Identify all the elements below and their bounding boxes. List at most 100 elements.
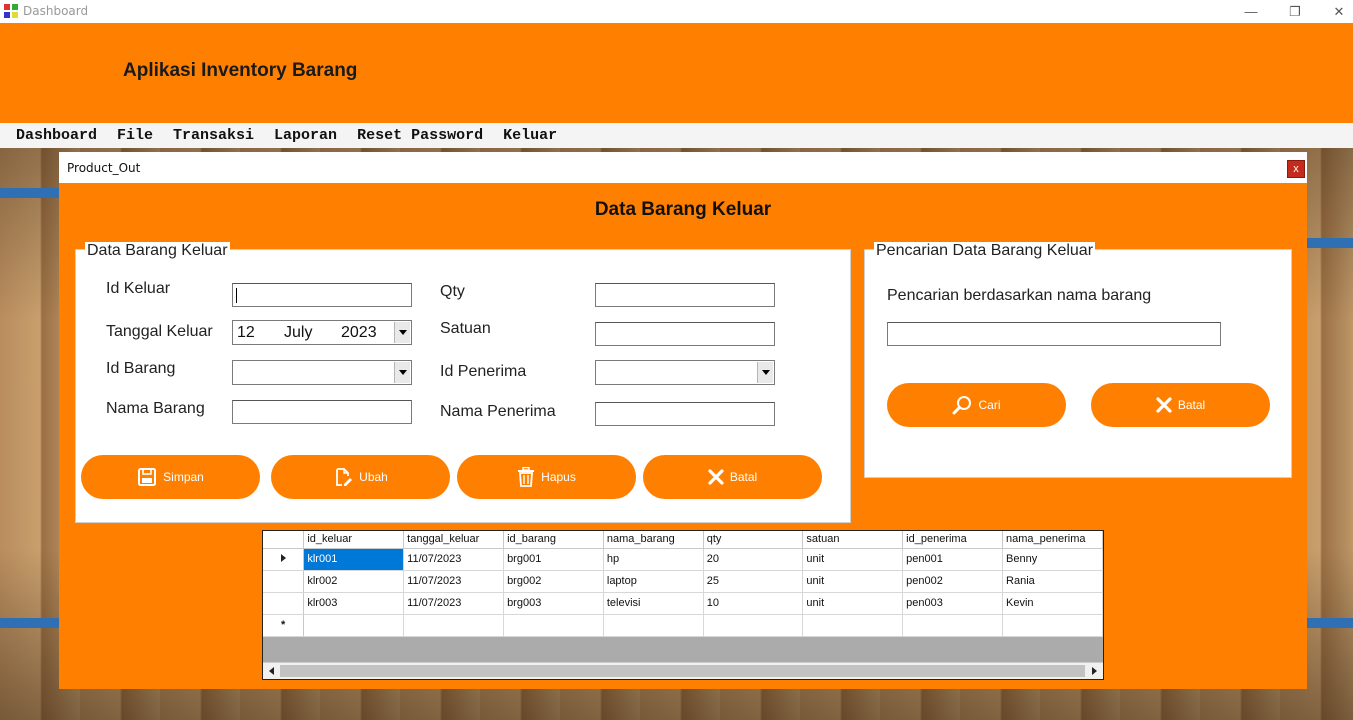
nama-barang-label: Nama Barang: [106, 400, 205, 417]
ubah-label: Ubah: [359, 470, 388, 484]
table-cell[interactable]: 11/07/2023: [403, 548, 505, 571]
app-heading: Aplikasi Inventory Barang: [123, 60, 358, 81]
trash-icon: [518, 467, 535, 487]
table-cell[interactable]: 11/07/2023: [403, 570, 505, 593]
row-header[interactable]: [263, 570, 305, 593]
column-header[interactable]: id_barang: [503, 531, 604, 549]
table-row[interactable]: klr001 11/07/2023 brg001 hp 20 unit pen0…: [263, 548, 1103, 571]
table-row[interactable]: klr002 11/07/2023 brg002 laptop 25 unit …: [263, 570, 1103, 593]
tanggal-keluar-datepicker[interactable]: 12 July 2023: [232, 320, 412, 345]
scroll-left-icon[interactable]: [264, 664, 280, 678]
table-cell[interactable]: 10: [703, 592, 804, 615]
chevron-down-icon[interactable]: [394, 362, 410, 383]
table-cell[interactable]: unit: [802, 570, 904, 593]
table-cell[interactable]: klr002: [303, 570, 405, 593]
simpan-button[interactable]: Simpan: [81, 455, 260, 499]
maximize-button[interactable]: ❐: [1273, 0, 1317, 23]
date-day[interactable]: 12: [237, 324, 255, 342]
menu-laporan[interactable]: Laporan: [264, 127, 347, 144]
column-header[interactable]: tanggal_keluar: [403, 531, 505, 549]
table-cell[interactable]: brg002: [503, 570, 604, 593]
column-header[interactable]: id_keluar: [303, 531, 405, 549]
table-cell[interactable]: [703, 614, 804, 637]
column-header[interactable]: nama_barang: [603, 531, 704, 549]
chevron-down-icon[interactable]: [394, 322, 410, 343]
minimize-button[interactable]: —: [1229, 0, 1273, 23]
table-cell[interactable]: [902, 614, 1004, 637]
table-cell[interactable]: laptop: [603, 570, 704, 593]
row-header[interactable]: [263, 592, 305, 615]
column-header[interactable]: id_penerima: [902, 531, 1004, 549]
table-cell[interactable]: Kevin: [1002, 592, 1103, 615]
scroll-right-icon[interactable]: [1086, 664, 1102, 678]
nama-barang-field[interactable]: [232, 400, 412, 424]
cari-button[interactable]: Cari: [887, 383, 1066, 427]
nama-penerima-field[interactable]: [595, 402, 775, 426]
table-cell[interactable]: 25: [703, 570, 804, 593]
table-cell[interactable]: [1002, 614, 1103, 637]
horizontal-scrollbar[interactable]: [263, 662, 1103, 679]
id-keluar-field[interactable]: [232, 283, 412, 307]
table-cell[interactable]: unit: [802, 592, 904, 615]
batal-button[interactable]: Batal: [643, 455, 822, 499]
menu-reset-password[interactable]: Reset Password: [347, 127, 493, 144]
table-cell[interactable]: hp: [603, 548, 704, 571]
nama-penerima-label: Nama Penerima: [440, 403, 556, 420]
date-year[interactable]: 2023: [341, 324, 377, 342]
column-header[interactable]: qty: [703, 531, 804, 549]
current-row-icon: [280, 554, 286, 562]
row-header[interactable]: [263, 548, 305, 571]
menu-transaksi[interactable]: Transaksi: [163, 127, 264, 144]
id-penerima-select[interactable]: [595, 360, 775, 385]
column-header[interactable]: nama_penerima: [1002, 531, 1103, 549]
satuan-label: Satuan: [440, 320, 491, 337]
column-header[interactable]: satuan: [802, 531, 904, 549]
cari-label: Cari: [978, 398, 1001, 412]
menu-keluar[interactable]: Keluar: [493, 127, 567, 144]
table-cell[interactable]: [603, 614, 704, 637]
chevron-down-icon[interactable]: [757, 362, 773, 383]
batal-label: Batal: [729, 470, 758, 484]
table-cell[interactable]: pen002: [902, 570, 1004, 593]
child-close-button[interactable]: x: [1287, 160, 1305, 178]
table-cell[interactable]: brg003: [503, 592, 604, 615]
table-cell[interactable]: klr003: [303, 592, 405, 615]
search-group-legend: Pencarian Data Barang Keluar: [874, 242, 1096, 260]
table-cell[interactable]: pen003: [902, 592, 1004, 615]
shelf-decoration: [1307, 238, 1353, 248]
table-cell[interactable]: [802, 614, 904, 637]
search-batal-button[interactable]: Batal: [1091, 383, 1270, 427]
menu-dashboard[interactable]: Dashboard: [6, 127, 107, 144]
table-cell[interactable]: Rania: [1002, 570, 1103, 593]
new-row[interactable]: *: [263, 614, 1103, 637]
table-cell[interactable]: Benny: [1002, 548, 1103, 571]
text-caret: [236, 288, 237, 303]
date-month[interactable]: July: [284, 324, 312, 342]
hapus-button[interactable]: Hapus: [457, 455, 636, 499]
table-cell[interactable]: [503, 614, 604, 637]
table-cell[interactable]: klr001: [303, 548, 405, 571]
table-cell[interactable]: 20: [703, 548, 804, 571]
search-batal-label: Batal: [1177, 398, 1206, 412]
scrollbar-thumb[interactable]: [280, 665, 1085, 677]
table-cell[interactable]: 11/07/2023: [403, 592, 505, 615]
tanggal-keluar-label: Tanggal Keluar: [106, 323, 213, 340]
close-icon: [1156, 397, 1172, 413]
qty-label: Qty: [440, 283, 465, 300]
qty-field[interactable]: [595, 283, 775, 307]
satuan-field[interactable]: [595, 322, 775, 346]
ubah-button[interactable]: Ubah: [271, 455, 450, 499]
search-input[interactable]: [887, 322, 1221, 346]
table-cell[interactable]: televisi: [603, 592, 704, 615]
row-header[interactable]: *: [263, 614, 305, 637]
table-cell[interactable]: brg001: [503, 548, 604, 571]
table-cell[interactable]: pen001: [902, 548, 1004, 571]
table-cell[interactable]: unit: [802, 548, 904, 571]
data-grid[interactable]: id_keluar tanggal_keluar id_barang nama_…: [262, 530, 1104, 680]
table-cell[interactable]: [303, 614, 405, 637]
menu-file[interactable]: File: [107, 127, 163, 144]
table-row[interactable]: klr003 11/07/2023 brg003 televisi 10 uni…: [263, 592, 1103, 615]
table-cell[interactable]: [403, 614, 505, 637]
id-barang-select[interactable]: [232, 360, 412, 385]
close-button[interactable]: ✕: [1317, 0, 1353, 23]
